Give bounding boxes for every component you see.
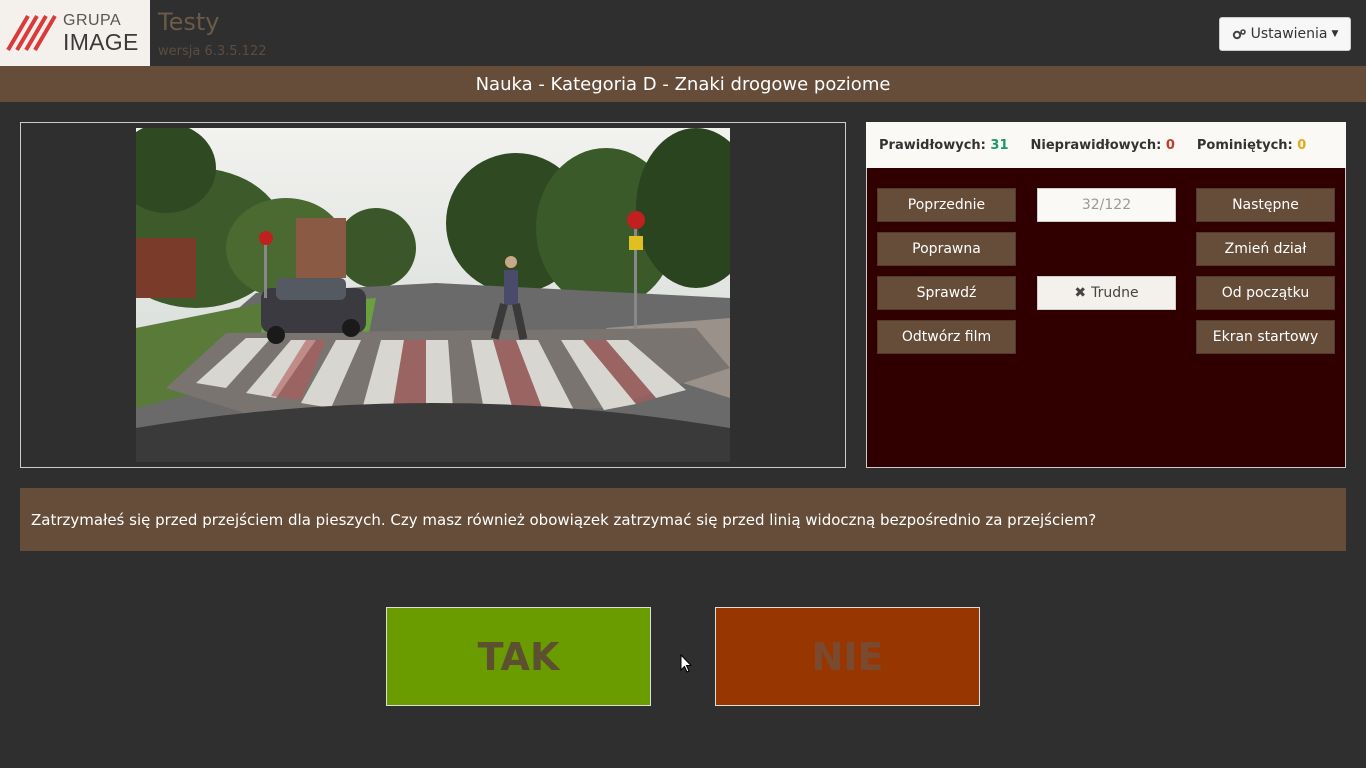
section-title-bar: Nauka - Kategoria D - Znaki drogowe pozi…	[0, 66, 1366, 102]
correct-stat-value: 31	[990, 137, 1009, 153]
change-section-button[interactable]: Zmień dział	[1196, 232, 1335, 266]
next-button[interactable]: Następne	[1196, 188, 1335, 222]
correct-stat: Prawidłowych: 31	[879, 138, 1009, 153]
skipped-stat: Pominiętych: 0	[1197, 138, 1306, 153]
mouse-cursor-icon	[680, 654, 692, 673]
question-text: Zatrzymałeś się przed przejściem dla pie…	[31, 510, 1097, 529]
skipped-stat-label: Pominiętych:	[1196, 137, 1293, 153]
times-icon: ✖	[1074, 285, 1087, 301]
question-image	[136, 128, 730, 462]
start-screen-button[interactable]: Ekran startowy	[1196, 320, 1335, 354]
answer-yes-button[interactable]: TAK	[386, 607, 651, 706]
incorrect-stat-label: Nieprawidłowych:	[1030, 137, 1162, 153]
from-start-button[interactable]: Od początku	[1196, 276, 1335, 310]
navigation-controls-panel: Poprzednie 32/122 Następne Poprawna Zmie…	[866, 168, 1346, 468]
grupa-image-logo: GRUPA IMAGE	[0, 0, 150, 66]
question-media-panel	[20, 122, 846, 468]
incorrect-stat: Nieprawidłowych: 0	[1031, 138, 1175, 153]
logo-text-bottom: IMAGE	[63, 29, 139, 55]
top-bar: GRUPA IMAGE Testy wersja 6.3.5.122 Ustaw…	[0, 0, 1366, 66]
play-film-button[interactable]: Odtwórz film	[877, 320, 1016, 354]
section-title: Nauka - Kategoria D - Znaki drogowe pozi…	[475, 73, 891, 95]
score-stats-bar: Prawidłowych: 31 Nieprawidłowych: 0 Pomi…	[866, 122, 1346, 168]
gears-icon	[1232, 28, 1246, 39]
answer-no-button[interactable]: NIE	[715, 607, 980, 706]
incorrect-stat-value: 0	[1165, 137, 1175, 153]
mark-hard-button[interactable]: ✖ Trudne	[1037, 276, 1176, 310]
settings-label: Ustawienia	[1250, 26, 1328, 42]
previous-button[interactable]: Poprzednie	[877, 188, 1016, 222]
mark-hard-label: Trudne	[1091, 285, 1139, 301]
correct-stat-label: Prawidłowych:	[879, 137, 986, 153]
logo-text-top: GRUPA	[63, 12, 122, 29]
logo-stripes-icon	[6, 14, 57, 52]
question-box: Zatrzymałeś się przed przejściem dla pie…	[20, 488, 1346, 551]
app-title: Testy	[158, 8, 220, 36]
question-counter: 32/122	[1037, 188, 1176, 222]
settings-dropdown-button[interactable]: Ustawienia ▼	[1219, 17, 1351, 51]
show-correct-button[interactable]: Poprawna	[877, 232, 1016, 266]
app-version: wersja 6.3.5.122	[158, 44, 267, 59]
caret-down-icon: ▼	[1331, 29, 1339, 39]
check-button[interactable]: Sprawdź	[877, 276, 1016, 310]
skipped-stat-value: 0	[1297, 137, 1307, 153]
